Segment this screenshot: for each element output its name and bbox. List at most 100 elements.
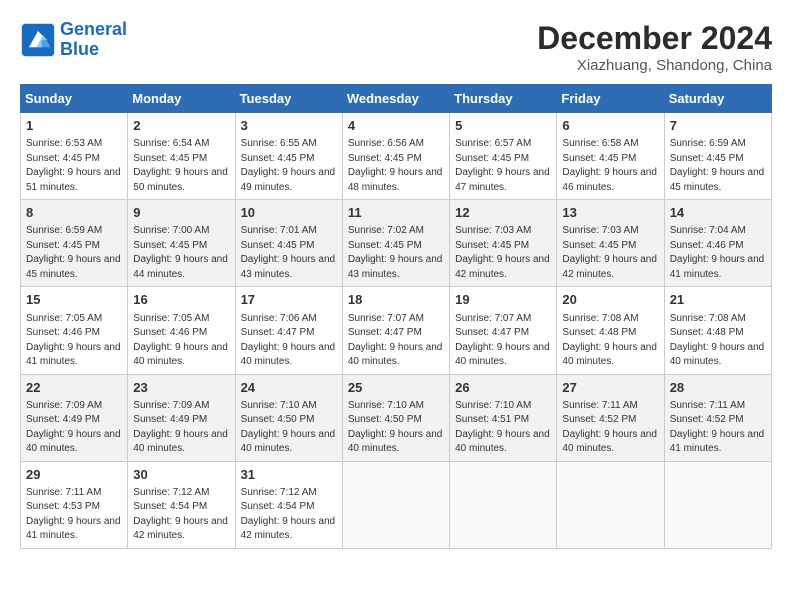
day-number: 11 <box>348 204 444 222</box>
calendar-week-row: 15 Sunrise: 7:05 AMSunset: 4:46 PMDayligh… <box>21 287 772 374</box>
day-info: Sunrise: 7:05 AMSunset: 4:46 PMDaylight:… <box>133 312 229 370</box>
title-block: December 2024 Xiazhuang, Shandong, China <box>537 20 772 74</box>
calendar-cell: 14 Sunrise: 7:04 AMSunset: 4:46 PMDayligh… <box>664 200 771 287</box>
day-number: 15 <box>26 291 122 309</box>
day-number: 2 <box>133 117 229 135</box>
day-info: Sunrise: 7:07 AMSunset: 4:47 PMDaylight:… <box>455 312 551 370</box>
calendar-cell: 28 Sunrise: 7:11 AMSunset: 4:52 PMDayligh… <box>664 374 771 461</box>
calendar-cell: 31 Sunrise: 7:12 AMSunset: 4:54 PMDayligh… <box>235 461 342 548</box>
day-info: Sunrise: 7:03 AMSunset: 4:45 PMDaylight:… <box>562 224 658 282</box>
calendar-week-row: 29 Sunrise: 7:11 AMSunset: 4:53 PMDayligh… <box>21 461 772 548</box>
calendar-cell: 2 Sunrise: 6:54 AMSunset: 4:45 PMDaylight… <box>128 113 235 200</box>
calendar-cell: 22Sunrise: 7:09 AMSunset: 4:49 PMDayligh… <box>21 374 128 461</box>
calendar-cell: 18Sunrise: 7:07 AMSunset: 4:47 PMDayligh… <box>342 287 449 374</box>
day-number: 4 <box>348 117 444 135</box>
calendar-cell: 21Sunrise: 7:08 AMSunset: 4:48 PMDayligh… <box>664 287 771 374</box>
calendar-header-sunday: Sunday <box>21 85 128 113</box>
calendar-cell: 13 Sunrise: 7:03 AMSunset: 4:45 PMDayligh… <box>557 200 664 287</box>
day-number: 8 <box>26 204 122 222</box>
day-info: Sunrise: 7:09 AMSunset: 4:49 PMDaylight:… <box>133 399 229 457</box>
month-title: December 2024 <box>537 20 772 57</box>
day-number: 20 <box>562 291 658 309</box>
day-info: Sunrise: 7:01 AMSunset: 4:45 PMDaylight:… <box>241 224 337 282</box>
calendar-cell: 19 Sunrise: 7:07 AMSunset: 4:47 PMDayligh… <box>450 287 557 374</box>
day-number: 25 <box>348 379 444 397</box>
calendar-cell <box>450 461 557 548</box>
calendar-cell: 9 Sunrise: 7:00 AMSunset: 4:45 PMDaylight… <box>128 200 235 287</box>
logo-text: General Blue <box>60 20 127 60</box>
calendar-cell: 17 Sunrise: 7:06 AMSunset: 4:47 PMDayligh… <box>235 287 342 374</box>
calendar-header-thursday: Thursday <box>450 85 557 113</box>
day-info: Sunrise: 7:10 AMSunset: 4:50 PMDaylight:… <box>348 399 444 457</box>
day-number: 29 <box>26 466 122 484</box>
calendar-header-saturday: Saturday <box>664 85 771 113</box>
calendar-cell: 25 Sunrise: 7:10 AMSunset: 4:50 PMDayligh… <box>342 374 449 461</box>
location-subtitle: Xiazhuang, Shandong, China <box>537 57 772 74</box>
calendar-header-row: SundayMondayTuesdayWednesdayThursdayFrid… <box>21 85 772 113</box>
day-info: Sunrise: 6:53 AMSunset: 4:45 PMDaylight:… <box>26 137 122 195</box>
calendar-header-friday: Friday <box>557 85 664 113</box>
day-number: 30 <box>133 466 229 484</box>
calendar-cell: 1 Sunrise: 6:53 AMSunset: 4:45 PMDaylight… <box>21 113 128 200</box>
day-number: 19 <box>455 291 551 309</box>
page-header: General Blue December 2024 Xiazhuang, Sh… <box>20 20 772 74</box>
day-number: 9 <box>133 204 229 222</box>
calendar-cell <box>342 461 449 548</box>
day-info: Sunrise: 7:12 AMSunset: 4:54 PMDaylight:… <box>133 486 229 544</box>
calendar-cell: 6 Sunrise: 6:58 AMSunset: 4:45 PMDaylight… <box>557 113 664 200</box>
day-number: 17 <box>241 291 337 309</box>
calendar-cell <box>664 461 771 548</box>
day-number: 5 <box>455 117 551 135</box>
day-info: Sunrise: 7:07 AMSunset: 4:47 PMDaylight:… <box>348 312 444 370</box>
day-info: Sunrise: 6:59 AMSunset: 4:45 PMDaylight:… <box>670 137 766 195</box>
logo-icon <box>20 22 56 58</box>
day-info: Sunrise: 6:59 AMSunset: 4:45 PMDaylight:… <box>26 224 122 282</box>
day-number: 28 <box>670 379 766 397</box>
calendar-week-row: 8 Sunrise: 6:59 AMSunset: 4:45 PMDaylight… <box>21 200 772 287</box>
day-number: 31 <box>241 466 337 484</box>
day-info: Sunrise: 7:10 AMSunset: 4:51 PMDaylight:… <box>455 399 551 457</box>
day-info: Sunrise: 7:05 AMSunset: 4:46 PMDaylight:… <box>26 312 122 370</box>
calendar-cell: 23 Sunrise: 7:09 AMSunset: 4:49 PMDayligh… <box>128 374 235 461</box>
calendar-cell: 29 Sunrise: 7:11 AMSunset: 4:53 PMDayligh… <box>21 461 128 548</box>
calendar-cell: 12 Sunrise: 7:03 AMSunset: 4:45 PMDayligh… <box>450 200 557 287</box>
calendar-header-wednesday: Wednesday <box>342 85 449 113</box>
day-info: Sunrise: 6:55 AMSunset: 4:45 PMDaylight:… <box>241 137 337 195</box>
day-info: Sunrise: 7:03 AMSunset: 4:45 PMDaylight:… <box>455 224 551 282</box>
day-number: 12 <box>455 204 551 222</box>
day-info: Sunrise: 7:02 AMSunset: 4:45 PMDaylight:… <box>348 224 444 282</box>
logo: General Blue <box>20 20 127 60</box>
day-info: Sunrise: 7:11 AMSunset: 4:52 PMDaylight:… <box>562 399 658 457</box>
day-number: 3 <box>241 117 337 135</box>
calendar-header-tuesday: Tuesday <box>235 85 342 113</box>
calendar-week-row: 1 Sunrise: 6:53 AMSunset: 4:45 PMDaylight… <box>21 113 772 200</box>
day-number: 6 <box>562 117 658 135</box>
day-number: 13 <box>562 204 658 222</box>
day-number: 16 <box>133 291 229 309</box>
calendar-cell: 5 Sunrise: 6:57 AMSunset: 4:45 PMDaylight… <box>450 113 557 200</box>
day-info: Sunrise: 7:11 AMSunset: 4:52 PMDaylight:… <box>670 399 766 457</box>
day-info: Sunrise: 7:06 AMSunset: 4:47 PMDaylight:… <box>241 312 337 370</box>
day-info: Sunrise: 6:58 AMSunset: 4:45 PMDaylight:… <box>562 137 658 195</box>
day-number: 1 <box>26 117 122 135</box>
day-info: Sunrise: 7:00 AMSunset: 4:45 PMDaylight:… <box>133 224 229 282</box>
calendar-cell: 15 Sunrise: 7:05 AMSunset: 4:46 PMDayligh… <box>21 287 128 374</box>
day-info: Sunrise: 7:08 AMSunset: 4:48 PMDaylight:… <box>670 312 766 370</box>
day-number: 24 <box>241 379 337 397</box>
calendar-cell: 11 Sunrise: 7:02 AMSunset: 4:45 PMDayligh… <box>342 200 449 287</box>
day-info: Sunrise: 6:54 AMSunset: 4:45 PMDaylight:… <box>133 137 229 195</box>
calendar-cell: 3 Sunrise: 6:55 AMSunset: 4:45 PMDaylight… <box>235 113 342 200</box>
day-info: Sunrise: 7:11 AMSunset: 4:53 PMDaylight:… <box>26 486 122 544</box>
day-info: Sunrise: 7:04 AMSunset: 4:46 PMDaylight:… <box>670 224 766 282</box>
day-number: 14 <box>670 204 766 222</box>
calendar-header-monday: Monday <box>128 85 235 113</box>
calendar-cell: 16 Sunrise: 7:05 AMSunset: 4:46 PMDayligh… <box>128 287 235 374</box>
day-number: 10 <box>241 204 337 222</box>
calendar-cell: 10 Sunrise: 7:01 AMSunset: 4:45 PMDayligh… <box>235 200 342 287</box>
day-info: Sunrise: 7:12 AMSunset: 4:54 PMDaylight:… <box>241 486 337 544</box>
calendar-cell: 4Sunrise: 6:56 AMSunset: 4:45 PMDaylight… <box>342 113 449 200</box>
day-info: Sunrise: 6:57 AMSunset: 4:45 PMDaylight:… <box>455 137 551 195</box>
day-info: Sunrise: 7:09 AMSunset: 4:49 PMDaylight:… <box>26 399 122 457</box>
day-number: 23 <box>133 379 229 397</box>
day-info: Sunrise: 7:08 AMSunset: 4:48 PMDaylight:… <box>562 312 658 370</box>
